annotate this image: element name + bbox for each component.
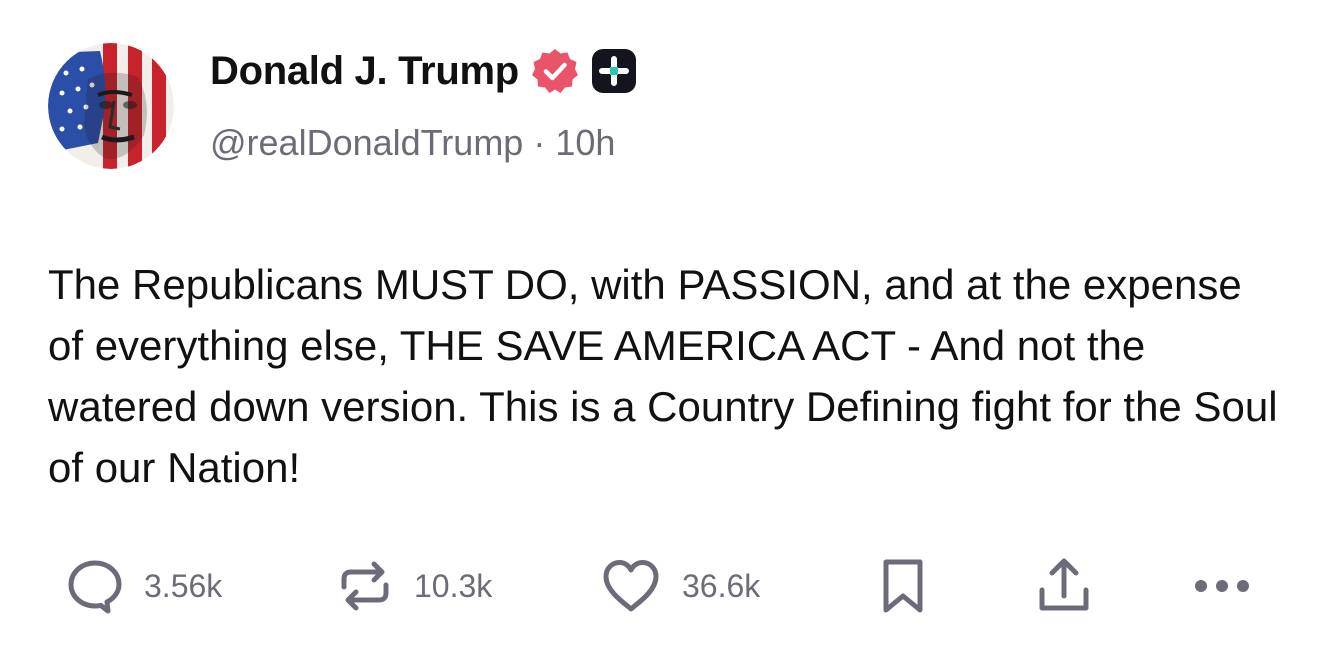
post-timestamp[interactable]: 10h	[555, 122, 615, 163]
plus-badge-icon	[591, 49, 636, 93]
repost-count: 10.3k	[414, 567, 493, 604]
reply-bubble-icon	[68, 560, 122, 614]
share-upload-icon	[1039, 558, 1089, 611]
post-card: Donald J. Trump @realDonaldTrump · 10h The…	[0, 0, 1320, 665]
share-button[interactable]	[1034, 556, 1094, 616]
heart-icon	[603, 560, 659, 612]
repost-button[interactable]: 10.3k	[336, 556, 492, 616]
avatar[interactable]	[48, 43, 174, 169]
post-text: The Republicans MUST DO, with PASSION, a…	[48, 261, 1278, 491]
reply-button[interactable]: 3.56k	[66, 556, 222, 616]
bookmark-icon	[883, 559, 923, 613]
author-meta-row: @realDonaldTrump · 10h	[210, 122, 615, 164]
author-display-name[interactable]: Donald J. Trump	[210, 49, 519, 94]
meta-separator: ·	[533, 122, 546, 163]
author-name-row: Donald J. Trump	[210, 46, 637, 96]
post-actions-bar: 3.56k 10.3k 36.6k	[0, 556, 1320, 616]
more-dots-icon	[1195, 580, 1249, 592]
repost-icon	[341, 561, 389, 611]
like-button[interactable]: 36.6k	[600, 556, 760, 616]
reply-count: 3.56k	[144, 567, 223, 604]
more-options-button[interactable]	[1192, 556, 1252, 616]
like-count: 36.6k	[682, 567, 761, 604]
bookmark-button[interactable]	[880, 556, 926, 616]
author-handle[interactable]: @realDonaldTrump	[210, 122, 523, 163]
verified-badge-icon	[531, 49, 578, 93]
flag-portrait-avatar-icon	[48, 43, 174, 169]
